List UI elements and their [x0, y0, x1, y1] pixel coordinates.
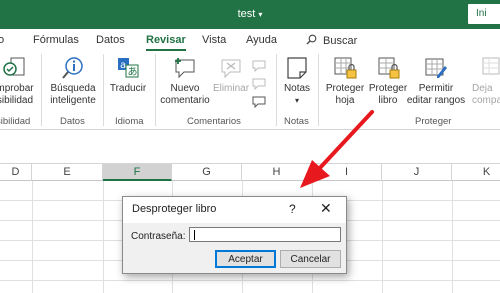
svg-text:a: a: [120, 60, 126, 71]
grid-line: [382, 181, 383, 293]
unprotect-workbook-dialog: Desproteger libro ? ✕ Contraseña: Acepta…: [122, 196, 347, 274]
tab-insert[interactable]: o: [0, 34, 4, 46]
column-header[interactable]: D: [0, 164, 32, 181]
chevron-down-icon: ▾: [258, 10, 263, 19]
column-header-selected[interactable]: F: [103, 164, 172, 181]
tab-data[interactable]: Datos: [96, 34, 125, 46]
group-label-protect: Proteger: [415, 116, 452, 127]
sign-in-button[interactable]: Ini: [468, 4, 500, 24]
document-title[interactable]: test ▾: [0, 8, 500, 20]
share-workbook-icon: [482, 57, 500, 75]
next-comment-icon[interactable]: [252, 78, 266, 90]
group-separator: [41, 54, 42, 126]
grid-line: [32, 181, 33, 293]
svg-text:あ: あ: [128, 66, 138, 78]
ribbon: mprobar sibilidad Búsqueda inteligente aあ …: [0, 52, 500, 130]
translate-button[interactable]: aあ Traducir: [106, 56, 150, 95]
help-icon[interactable]: ?: [289, 202, 296, 216]
group-label-data: Datos: [60, 116, 85, 127]
notes-button[interactable]: Notas ▾: [280, 56, 314, 107]
check-accessibility-button[interactable]: mprobar sibilidad: [0, 56, 38, 107]
password-field[interactable]: [189, 227, 341, 242]
column-header[interactable]: G: [172, 164, 242, 181]
column-header[interactable]: H: [242, 164, 312, 181]
title-bar: test ▾ Ini: [0, 0, 500, 29]
text-cursor: [194, 230, 195, 240]
previous-comment-icon[interactable]: [252, 60, 266, 72]
column-header[interactable]: K: [452, 164, 500, 181]
delete-comment-button[interactable]: Eliminar: [210, 56, 252, 95]
grid-line: [452, 181, 453, 293]
column-header[interactable]: E: [32, 164, 103, 181]
smart-lookup-button[interactable]: Búsqueda inteligente: [48, 56, 98, 107]
group-separator: [155, 54, 156, 126]
allow-edit-ranges-icon: [425, 58, 447, 78]
search-box[interactable]: Buscar: [306, 34, 357, 47]
allow-edit-ranges-button[interactable]: Permitir editar rangos: [404, 56, 468, 107]
cancel-button[interactable]: Cancelar: [280, 250, 341, 268]
formula-bar-area: [0, 130, 500, 162]
tab-view[interactable]: Vista: [202, 34, 226, 46]
protect-sheet-button[interactable]: Proteger hoja: [323, 56, 367, 107]
delete-comment-icon: [221, 59, 241, 79]
ribbon-tabs: o Fórmulas Datos Revisar Vista Ayuda Bus…: [0, 29, 500, 52]
unshare-workbook-button[interactable]: Dejacompart: [472, 56, 500, 107]
dialog-title: Desproteger libro: [132, 203, 217, 215]
group-label-comments: Comentarios: [187, 116, 241, 127]
search-label: Buscar: [323, 35, 358, 47]
dialog-title-bar: Desproteger libro ? ✕: [123, 197, 346, 223]
group-label-notes: Notas: [284, 116, 309, 127]
group-separator: [276, 54, 277, 126]
tab-formulas[interactable]: Fórmulas: [33, 34, 79, 46]
group-separator: [318, 54, 319, 126]
password-label: Contraseña:: [131, 231, 186, 242]
show-comments-icon[interactable]: [252, 96, 266, 108]
notes-icon: [287, 57, 307, 79]
protect-workbook-icon: [378, 57, 400, 79]
close-icon[interactable]: ✕: [320, 200, 332, 217]
group-label-language: Idioma: [115, 116, 144, 127]
search-icon: [306, 34, 317, 45]
tab-review[interactable]: Revisar: [146, 34, 186, 51]
info-magnifier-icon: [62, 57, 83, 79]
ok-button[interactable]: Aceptar: [215, 250, 276, 268]
column-header[interactable]: J: [382, 164, 452, 181]
group-separator: [103, 54, 104, 126]
grid-line: [0, 280, 500, 281]
column-header[interactable]: I: [312, 164, 382, 181]
new-comment-icon: [175, 58, 195, 79]
translate-icon: aあ: [118, 58, 139, 78]
grid-line: [103, 181, 104, 293]
column-headers: D E F G H I J K: [0, 163, 500, 181]
chevron-down-icon: ▾: [294, 96, 299, 105]
new-comment-button[interactable]: Nuevo comentario: [158, 56, 212, 107]
group-label-accessibility: sibilidad: [0, 116, 31, 127]
tab-help[interactable]: Ayuda: [246, 34, 277, 46]
accessibility-check-icon: [3, 57, 25, 76]
protect-sheet-icon: [334, 57, 357, 79]
